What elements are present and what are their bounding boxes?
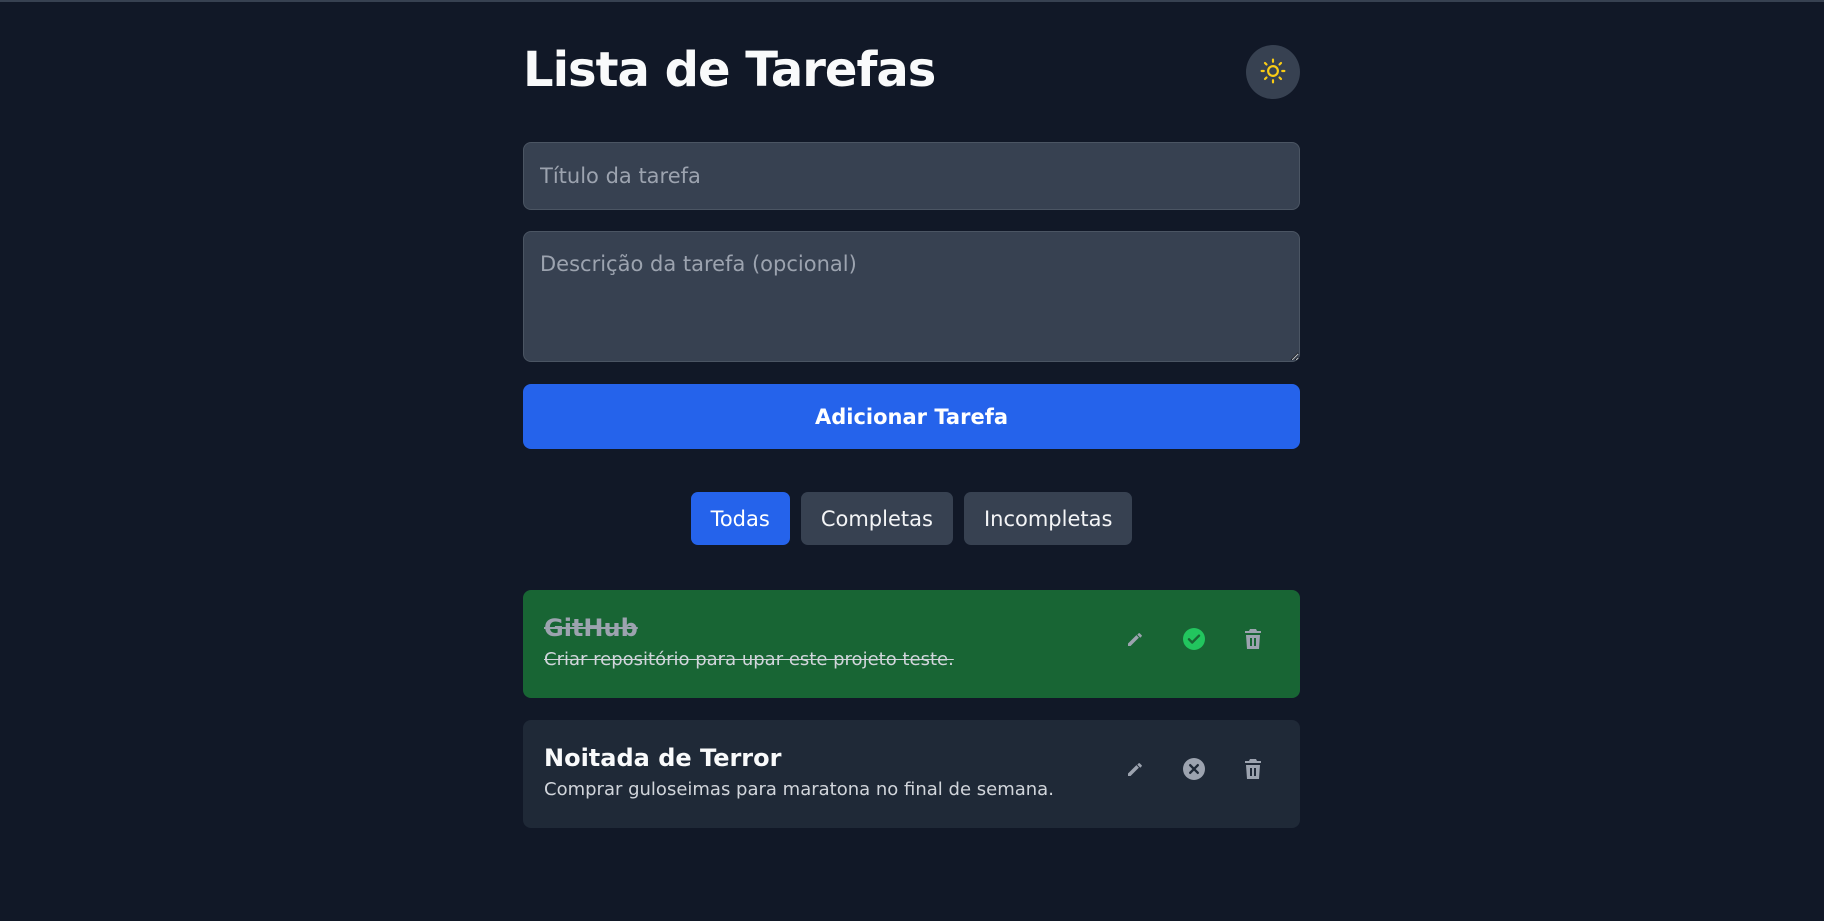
header: Lista de Tarefas (523, 0, 1300, 140)
task-description: Comprar guloseimas para maratona no fina… (544, 779, 1054, 800)
task-actions (1123, 757, 1265, 784)
task-description-input[interactable] (523, 231, 1300, 362)
task-title-input[interactable] (523, 142, 1300, 210)
theme-toggle-button[interactable] (1246, 45, 1300, 99)
pencil-icon (1125, 759, 1145, 782)
toggle-complete-button[interactable] (1182, 757, 1206, 784)
trash-icon (1243, 628, 1263, 653)
app-container: Lista de Tarefas Adicionar Tarefa Tod (523, 0, 1300, 828)
x-circle-icon (1182, 757, 1206, 784)
check-circle-icon (1182, 627, 1206, 654)
toggle-complete-button[interactable] (1182, 627, 1206, 654)
task-card: Noitada de Terror Comprar guloseimas par… (523, 720, 1300, 828)
filter-completed-button[interactable]: Completas (800, 492, 953, 545)
pencil-icon (1125, 629, 1145, 652)
sun-icon (1260, 58, 1286, 87)
trash-icon (1243, 758, 1263, 783)
task-description: Criar repositório para upar este projeto… (544, 649, 954, 670)
filter-bar: Todas Completas Incompletas (523, 492, 1300, 545)
delete-task-button[interactable] (1241, 758, 1265, 782)
filter-all-button[interactable]: Todas (690, 492, 790, 545)
delete-task-button[interactable] (1241, 628, 1265, 652)
task-actions (1123, 627, 1265, 654)
add-task-button[interactable]: Adicionar Tarefa (523, 384, 1300, 449)
task-card: GitHub Criar repositório para upar este … (523, 590, 1300, 698)
edit-task-button[interactable] (1123, 758, 1147, 782)
page-title: Lista de Tarefas (523, 42, 936, 98)
edit-task-button[interactable] (1123, 628, 1147, 652)
filter-incomplete-button[interactable]: Incompletas (963, 492, 1133, 545)
